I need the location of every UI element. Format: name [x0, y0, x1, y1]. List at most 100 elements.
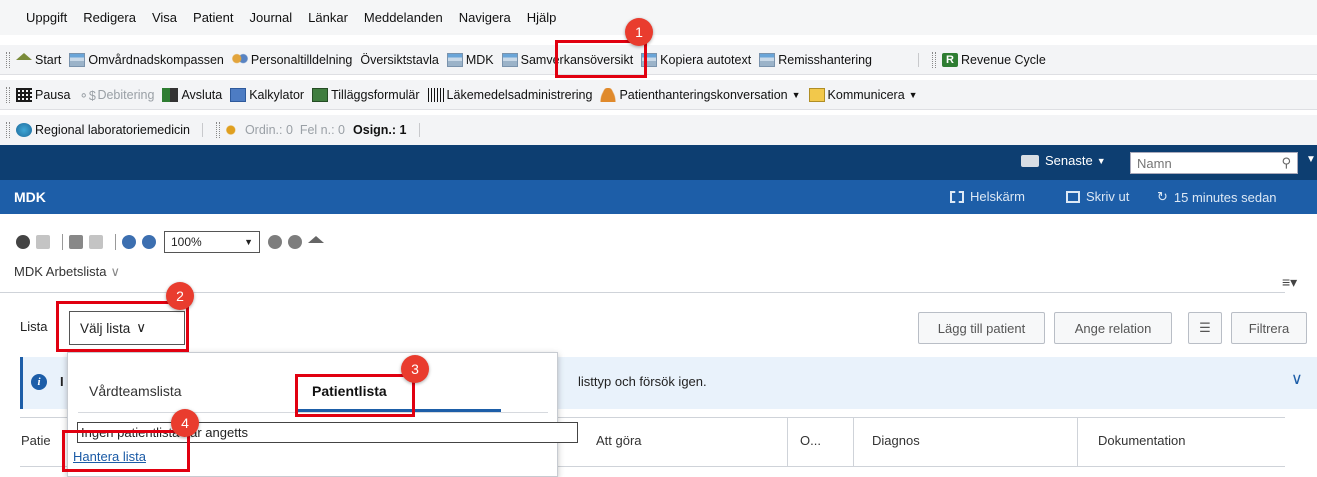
unsigned-count[interactable]: Osign.: 1 [353, 123, 406, 137]
search-icon[interactable]: ⚲ [1281, 155, 1291, 171]
filter-button[interactable]: Filtrera [1231, 312, 1307, 344]
chevron-down-icon: ▼ [1096, 155, 1106, 166]
exit-icon [162, 87, 179, 102]
worklist-title[interactable]: MDK Arbetslista ∨ [14, 264, 120, 280]
chevron-down-icon[interactable]: ∨ [1291, 369, 1303, 389]
barcode-icon [427, 87, 444, 102]
toolbar-grip[interactable] [215, 122, 220, 138]
regional-laboratoriemedicin-button[interactable]: Regional laboratoriemedicin [16, 123, 190, 137]
column-diagnos[interactable]: Diagnos [872, 433, 920, 448]
remisshantering-button[interactable]: Remisshantering [759, 52, 872, 67]
info-icon: i [31, 374, 47, 390]
back-icon[interactable] [268, 235, 282, 249]
screen: Uppgift Redigera Visa Patient Journal Lä… [0, 0, 1317, 477]
zoom-in-icon[interactable] [142, 235, 156, 249]
zoom-out-icon[interactable] [122, 235, 136, 249]
fullscreen-button[interactable]: Helskärm [950, 189, 1025, 204]
toolbar-grip[interactable] [6, 122, 10, 138]
add-patient-button[interactable]: Lägg till patient [918, 312, 1045, 344]
person-icon [600, 87, 617, 102]
search-input[interactable] [1131, 153, 1261, 173]
revenue-cycle-icon: R [942, 52, 959, 67]
highlight-manage-list [62, 430, 190, 472]
activity-icon [759, 52, 776, 67]
chevron-down-icon: ∨ [110, 264, 120, 279]
column-o[interactable]: O... [800, 433, 821, 448]
home-icon[interactable] [308, 235, 324, 243]
forward-icon[interactable] [288, 235, 302, 249]
info-message: listtyp och försök igen. [578, 374, 707, 389]
next-page-icon[interactable] [89, 235, 103, 249]
column-todo[interactable]: Att göra [596, 433, 642, 448]
avsluta-button[interactable]: Avsluta [162, 87, 222, 102]
pause-grid-icon [16, 87, 32, 102]
revenue-cycle-button[interactable]: R Revenue Cycle [942, 52, 1046, 67]
kopiera-autotext-button[interactable]: Kopiera autotext [641, 52, 751, 67]
mdk-toolbar: 100% ▼ [16, 230, 327, 254]
step-badge-3: 3 [401, 355, 429, 383]
menu-uppgift[interactable]: Uppgift [26, 10, 67, 25]
oversiktstavla-button[interactable]: Översiktstavla [360, 53, 439, 67]
toolbar-overflow[interactable] [918, 52, 926, 67]
kommunicera-button[interactable]: Kommunicera ▼ [808, 87, 918, 102]
mdk-button[interactable]: MDK [446, 52, 494, 67]
column-divider [1077, 418, 1078, 466]
kalkylator-button[interactable]: Kalkylator [230, 87, 304, 102]
chevron-down-icon[interactable]: ▼ [1306, 154, 1316, 165]
activity-icon [69, 52, 86, 67]
recent-button[interactable]: Senaste ▼ [1021, 153, 1106, 168]
print-button[interactable]: Skriv ut [1066, 189, 1129, 204]
tillaggsformular-button[interactable]: Tilläggsformulär [312, 87, 420, 102]
menu-navigera[interactable]: Navigera [459, 10, 511, 25]
start-button[interactable]: Start [16, 53, 61, 67]
toolbar-overflow[interactable] [201, 123, 210, 137]
menu-journal[interactable]: Journal [250, 10, 293, 25]
menu-visa[interactable]: Visa [152, 10, 177, 25]
personaltilldelning-button[interactable]: Personaltilldelning [231, 52, 352, 67]
hamburger-menu-icon[interactable]: ≡▾ [1282, 274, 1297, 291]
binoculars-icon[interactable] [16, 235, 30, 249]
debitering-button[interactable]: ⚬$ Debitering [78, 88, 154, 103]
toolbar-overflow[interactable] [418, 123, 427, 137]
refresh-button[interactable]: ↻ 15 minutes sedan [1157, 189, 1277, 205]
orders-status[interactable]: Ordin.: 0 Fel n.: 0 [225, 123, 345, 137]
billing-icon: ⚬$ [78, 88, 96, 103]
menu-lankar[interactable]: Länkar [308, 10, 348, 25]
toolbar-grip[interactable] [6, 51, 10, 68]
chevron-down-icon: ▼ [908, 89, 918, 100]
activity-icon [501, 52, 518, 67]
toolbar-main: Start Omvårdnadskompassen Personaltillde… [0, 45, 1317, 75]
chevron-down-icon: ▼ [244, 237, 253, 247]
page-icon[interactable] [36, 235, 50, 249]
activity-icon [446, 52, 463, 67]
menu-meddelanden[interactable]: Meddelanden [364, 10, 443, 25]
zoom-select[interactable]: 100% ▼ [164, 231, 260, 253]
step-badge-4: 4 [171, 409, 199, 437]
toolbar-grip[interactable] [6, 86, 10, 103]
folder-icon [1021, 154, 1039, 167]
step-badge-2: 2 [166, 282, 194, 310]
home-icon [16, 53, 32, 60]
menu-hjalp[interactable]: Hjälp [527, 10, 557, 25]
previous-page-icon[interactable] [69, 235, 83, 249]
toolbar-divider [115, 234, 116, 250]
tab-vardteamslista[interactable]: Vårdteamslista [89, 383, 182, 399]
omvardnadskompassen-button[interactable]: Omvårdnadskompassen [69, 52, 224, 67]
lakemedelsadministrering-button[interactable]: Läkemedelsadministrering [427, 87, 592, 102]
checklist-icon[interactable]: ☰ [1188, 312, 1222, 344]
highlight-select-list [56, 301, 189, 352]
navigation-bar: Senaste▼ ⚲ ▼ [0, 145, 1317, 180]
calculator-icon [230, 87, 247, 102]
menu-bar: Uppgift Redigera Visa Patient Journal Lä… [0, 0, 1317, 35]
patienthanteringskonversation-button[interactable]: Patienthanteringskonversation ▼ [600, 87, 801, 102]
column-dokumentation[interactable]: Dokumentation [1098, 433, 1185, 448]
highlight-patientlista [295, 374, 415, 417]
column-divider [787, 418, 788, 466]
pausa-button[interactable]: Pausa [16, 87, 70, 102]
menu-redigera[interactable]: Redigera [83, 10, 136, 25]
set-relation-button[interactable]: Ange relation [1054, 312, 1172, 344]
info-title: I [60, 374, 64, 389]
toolbar-grip[interactable] [932, 51, 937, 68]
column-patient[interactable]: Patie [21, 433, 51, 448]
menu-patient[interactable]: Patient [193, 10, 233, 25]
